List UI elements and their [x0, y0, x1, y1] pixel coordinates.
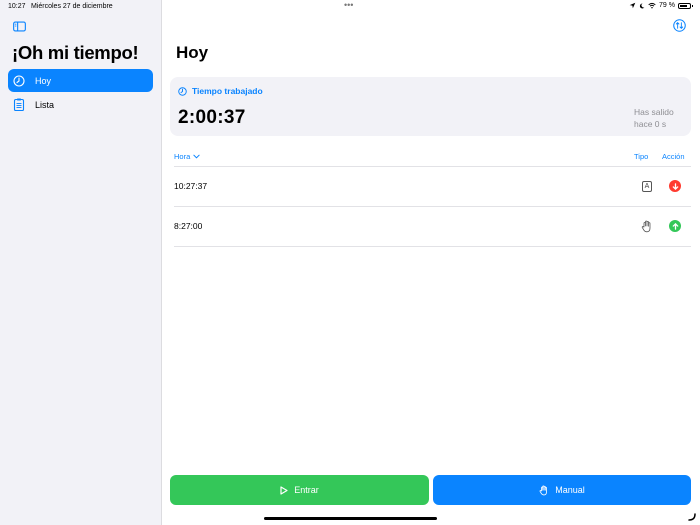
sidebar-item-label: Lista — [35, 99, 55, 110]
status-line-1: Has salido — [634, 107, 674, 117]
worked-time-card: Tiempo trabajado 2:00:37 Has salido hace… — [170, 77, 691, 136]
page-title: Hoy — [176, 43, 209, 62]
multitasking-dots[interactable]: ••• — [344, 0, 353, 10]
clock-icon — [178, 86, 187, 96]
arrow-up-circle-icon[interactable] — [669, 220, 681, 232]
clipboard-list-icon — [13, 98, 25, 111]
entrar-button-label: Entrar — [294, 485, 319, 495]
status-time: 10:27 — [8, 3, 26, 10]
hand-icon — [641, 220, 653, 233]
sidebar-item-label: Hoy — [35, 75, 52, 86]
auto-badge-glyph: A — [642, 181, 652, 192]
column-header-hora[interactable]: Hora — [174, 152, 200, 161]
column-header-hora-label: Hora — [174, 152, 191, 161]
moon-icon — [639, 3, 645, 8]
clock-icon — [13, 74, 25, 87]
worked-time-label-text: Tiempo trabajado — [192, 86, 263, 96]
resize-handle-icon[interactable] — [688, 513, 696, 521]
status-indicators: 79 % — [629, 2, 693, 9]
battery-icon — [678, 2, 693, 9]
status-line-2: hace 0 s — [634, 119, 667, 129]
app-title: ¡Oh mi tiempo! — [12, 42, 139, 63]
manual-button-label: Manual — [555, 485, 585, 495]
hand-icon — [539, 484, 548, 495]
auto-badge-icon: A — [641, 180, 653, 193]
sort-order-icon[interactable] — [673, 19, 686, 32]
status-date: Miércoles 27 de diciembre — [31, 3, 113, 10]
home-indicator[interactable] — [264, 517, 437, 520]
last-event-status: Has salido hace 0 s — [634, 106, 674, 130]
sidebar: ¡Oh mi tiempo! Hoy Lista — [0, 0, 162, 525]
arrow-down-circle-icon[interactable] — [669, 180, 681, 192]
sidebar-item-hoy[interactable]: Hoy — [8, 69, 153, 92]
row-time: 8:27:00 — [174, 221, 203, 231]
status-bar: 10:27 Miércoles 27 de diciembre ••• 79 % — [0, 0, 700, 14]
table-header: Hora Tipo Acción — [174, 149, 691, 167]
manual-button[interactable]: Manual — [433, 475, 691, 505]
play-icon — [280, 485, 288, 495]
sidebar-item-lista[interactable]: Lista — [8, 93, 153, 116]
battery-percent: 79 % — [659, 2, 675, 9]
wifi-icon — [648, 2, 656, 9]
column-header-accion[interactable]: Acción — [662, 152, 685, 161]
row-time: 10:27:37 — [174, 181, 208, 191]
table-row[interactable]: 10:27:37 A — [174, 167, 691, 207]
chevron-down-icon — [193, 154, 200, 159]
worked-time-value: 2:00:37 — [178, 107, 246, 128]
worked-time-label: Tiempo trabajado — [178, 86, 263, 96]
location-icon — [629, 2, 636, 9]
main-content: Hoy Tiempo trabajado 2:00:37 Has salido … — [162, 0, 700, 525]
sidebar-toggle-icon[interactable] — [13, 21, 26, 32]
column-header-tipo[interactable]: Tipo — [634, 152, 648, 161]
table-row[interactable]: 8:27:00 — [174, 207, 691, 247]
entrar-button[interactable]: Entrar — [170, 475, 429, 505]
battery-level — [680, 4, 688, 7]
